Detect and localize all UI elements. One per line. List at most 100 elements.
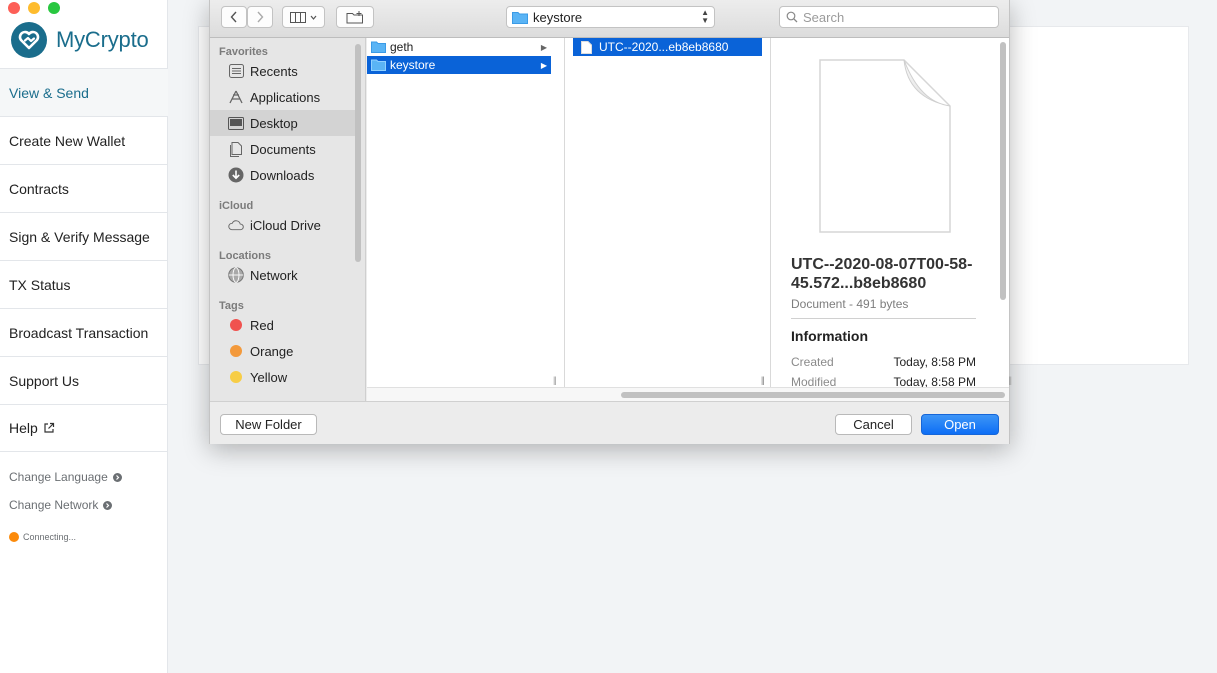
yellow-tag-icon — [230, 371, 242, 383]
forward-button[interactable] — [247, 6, 273, 28]
sidebar-item-label: Documents — [250, 141, 316, 157]
folder-row-keystore[interactable]: keystore ▶ — [367, 56, 551, 74]
recents-icon — [228, 63, 244, 79]
folder-name: geth — [390, 40, 414, 54]
back-button[interactable] — [221, 6, 247, 28]
sidebar-item-label: Network — [250, 267, 298, 283]
horizontal-scrollbar[interactable] — [367, 387, 1009, 401]
nav-item-tx-status[interactable]: TX Status — [0, 260, 168, 308]
close-window-button[interactable] — [8, 2, 20, 14]
nav-item-label: TX Status — [9, 276, 71, 293]
location-label: keystore — [533, 9, 583, 25]
change-network-label: Change Network — [9, 498, 99, 512]
cloud-icon — [228, 217, 244, 233]
file-name: UTC--2020...eb8eb8680 — [599, 40, 729, 54]
created-value: Today, 8:58 PM — [893, 355, 977, 369]
nav-item-contracts[interactable]: Contracts — [0, 164, 168, 212]
app-sidebar: MyCrypto View & Send Create New Wallet C… — [0, 0, 168, 673]
folder-icon — [371, 41, 386, 53]
red-tag-icon — [230, 319, 242, 331]
window-controls — [8, 2, 60, 14]
sidebar-item-label: Yellow — [250, 369, 288, 385]
nav-item-broadcast-transaction[interactable]: Broadcast Transaction — [0, 308, 168, 356]
change-language-link[interactable]: Change Language — [9, 470, 122, 484]
nav-item-label: Create New Wallet — [9, 132, 126, 149]
sidebar-item-tag-red[interactable]: Red — [210, 312, 365, 338]
new-folder-toolbar-button[interactable] — [336, 6, 374, 28]
main-nav: View & Send Create New Wallet Contracts … — [0, 68, 168, 452]
preview-divider — [791, 318, 976, 319]
sidebar-item-label: Downloads — [250, 167, 315, 183]
nav-item-view-send[interactable]: View & Send — [0, 68, 168, 116]
sidebar-item-documents[interactable]: Documents — [210, 136, 365, 162]
minimize-window-button[interactable] — [28, 2, 40, 14]
dialog-toolbar: keystore ▲ ▼ — [210, 0, 1009, 38]
icloud-heading: iCloud — [219, 200, 254, 212]
sidebar-item-icloud-drive[interactable]: iCloud Drive — [210, 212, 365, 238]
file-preview-pane: UTC--2020-08-07T00-58-45.572...b8eb8680 … — [761, 38, 1012, 389]
information-heading: Information — [791, 328, 868, 344]
column-browser: geth ▶ keystore ▶ || UTC--2020...eb8eb86… — [367, 38, 1012, 389]
preview-kind: Document - 491 bytes — [791, 297, 909, 311]
nav-item-label: Support Us — [9, 372, 80, 389]
chevron-left-icon — [230, 11, 237, 23]
search-icon — [786, 11, 798, 23]
locations-heading: Locations — [219, 250, 271, 262]
sidebar-item-applications[interactable]: Applications — [210, 84, 365, 110]
view-mode-button[interactable] — [282, 6, 325, 28]
downloads-icon — [228, 167, 244, 183]
sidebar-scrollbar[interactable] — [355, 44, 361, 262]
favorites-heading: Favorites — [219, 46, 268, 58]
document-icon — [581, 40, 592, 54]
zoom-window-button[interactable] — [48, 2, 60, 14]
cancel-button[interactable]: Cancel — [835, 414, 912, 435]
browser-column-2: UTC--2020...eb8eb8680 || — [565, 38, 770, 387]
location-popup[interactable]: keystore ▲ ▼ — [506, 6, 715, 28]
sidebar-item-desktop[interactable]: Desktop — [210, 110, 359, 136]
sidebar-item-tag-yellow[interactable]: Yellow — [210, 364, 365, 390]
new-folder-icon — [346, 10, 363, 23]
column-resize-handle[interactable]: || — [553, 375, 557, 385]
sidebar-item-network[interactable]: Network — [210, 262, 365, 288]
sidebar-item-recents[interactable]: Recents — [210, 58, 365, 84]
tags-heading: Tags — [219, 300, 244, 312]
preview-filename: UTC--2020-08-07T00-58-45.572...b8eb8680 — [791, 256, 973, 292]
column-resize-handle[interactable]: || — [1008, 375, 1012, 385]
column-resize-handle[interactable]: || — [761, 375, 765, 385]
columns-view-icon — [290, 11, 306, 23]
sidebar-item-label: Red — [250, 317, 274, 333]
applications-icon — [228, 89, 244, 105]
sidebar-item-tag-orange[interactable]: Orange — [210, 338, 365, 364]
sidebar-item-label: Desktop — [250, 115, 298, 131]
document-preview-icon — [818, 58, 952, 239]
search-field[interactable] — [779, 6, 999, 28]
change-network-link[interactable]: Change Network — [9, 498, 113, 512]
status-dot-icon — [9, 532, 19, 542]
open-button[interactable]: Open — [921, 414, 999, 435]
change-language-label: Change Language — [9, 470, 108, 484]
file-row-keystore-json[interactable]: UTC--2020...eb8eb8680 — [573, 38, 762, 56]
sidebar-item-label: Recents — [250, 63, 298, 79]
chevron-right-icon: ▶ — [540, 42, 547, 52]
nav-item-create-new-wallet[interactable]: Create New Wallet — [0, 116, 168, 164]
chevron-down-icon — [310, 15, 317, 20]
mycrypto-logo-icon — [11, 22, 47, 58]
horizontal-scroll-thumb[interactable] — [621, 392, 1005, 398]
nav-item-help[interactable]: Help — [0, 404, 168, 452]
brand-logo[interactable]: MyCrypto — [11, 22, 149, 58]
nav-item-label: View & Send — [9, 84, 89, 101]
dialog-footer: New Folder Cancel Open — [210, 401, 1009, 444]
nav-item-sign-verify-message[interactable]: Sign & Verify Message — [0, 212, 168, 260]
open-file-dialog: keystore ▲▼ Favorites Recents Applicatio… — [209, 0, 1012, 444]
updown-chevron-icon: ▲ ▼ — [701, 8, 709, 25]
external-link-icon — [43, 422, 55, 434]
nav-item-label: Help — [9, 420, 38, 436]
preview-scrollbar[interactable] — [1000, 42, 1006, 300]
sidebar-item-downloads[interactable]: Downloads — [210, 162, 365, 188]
desktop-icon — [228, 115, 244, 131]
search-input[interactable] — [803, 9, 983, 25]
chevron-right-icon: ▶ — [540, 60, 547, 70]
new-folder-button[interactable]: New Folder — [220, 414, 317, 435]
folder-row-geth[interactable]: geth ▶ — [367, 38, 551, 56]
nav-item-support-us[interactable]: Support Us — [0, 356, 168, 404]
